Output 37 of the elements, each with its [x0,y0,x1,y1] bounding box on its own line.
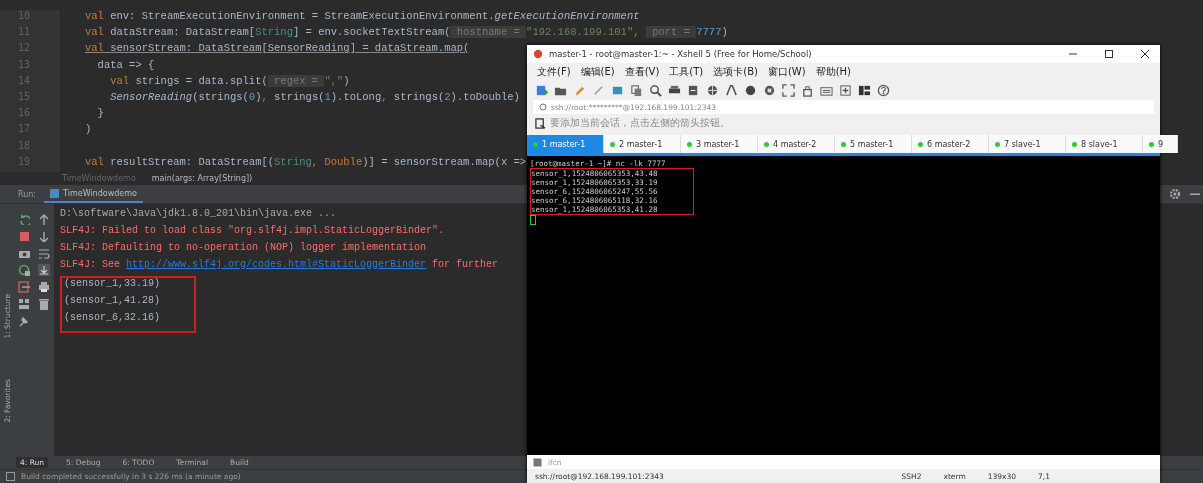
console-line: (sensor_1,33.19) [64,278,160,291]
session-tab[interactable]: 2 master-1 [604,135,681,153]
session-tab[interactable]: 1 master-1 [527,135,604,153]
menu-item[interactable]: 编辑(E) [580,64,615,79]
code-line: SensorReading(strings(0), strings(1).toLong, strings(2).toDouble) [109,91,520,105]
session-tab[interactable]: 4 master-2 [758,135,835,153]
code-line: val sensorStream: DataStream[SensorReading] = dataStream.map( [85,42,470,57]
code-line: } [96,107,104,122]
session-tab[interactable]: 5 master-1 [835,135,912,153]
hint-text: 要添加当前会话，点击左侧的箭头按钮。 [550,116,730,130]
code-line: val strings = data.split( regex = ",") [109,74,350,89]
console-line: SLF4J: Defaulting to no-operation (NOP) logger implementation [60,242,427,255]
console-line: (sensor_1,41.28) [64,295,160,308]
session-tab[interactable]: 8 slave-1 [1066,135,1143,153]
console-line: SLF4J: See http://www.slf4j.org/codes.html#StaticLoggerBinder for further [60,259,499,272]
code-line: val env: StreamExecutionEnvironment = StreamExecutionEnvironment.getExecutionEnvironment [85,10,640,24]
menu-item[interactable]: 选项卡(B) [713,64,758,79]
breadcrumb-item[interactable]: main(args: Array[String]) [151,174,253,183]
run-tab[interactable]: TimeWindowdemo [44,185,143,203]
session-tab[interactable]: 9 [1143,135,1178,153]
session-tab[interactable]: 6 master-2 [912,135,989,153]
code-line: val dataStream: DataStream[String] = env.socketTextStream( hostname = "192.168.199.101", port = 7777) [85,26,728,41]
code-line: ) [85,123,92,138]
session-tab[interactable]: 3 master-1 [681,135,758,153]
run-label: Run: [18,189,37,199]
menu-item[interactable]: 帮助(H) [815,64,851,79]
console-line: D:\software\Java\jdk1.8.0_201\bin\java.exe ... [60,208,337,221]
menu-item[interactable]: 窗口(W) [767,64,806,79]
session-tab[interactable]: 7 slave-1 [989,135,1066,153]
menu-item[interactable]: 工具(T) [669,64,704,79]
code-line: data => { [96,58,155,73]
console-line: (sensor_6,32.16) [64,312,160,325]
menu-item[interactable]: 文件(F) [537,64,571,79]
window-title: master-1 - root@master-1:~ - Xshell 5 (Free for Home/School) [549,49,812,59]
code-line: val resultStream: DataStream[(String, Double)] = sensorStream.map(x => [85,155,527,170]
console-line: SLF4J: Failed to load class "org.slf4j.impl.StaticLoggerBinder". [60,225,445,238]
menu-item[interactable]: 查看(V) [624,64,660,79]
